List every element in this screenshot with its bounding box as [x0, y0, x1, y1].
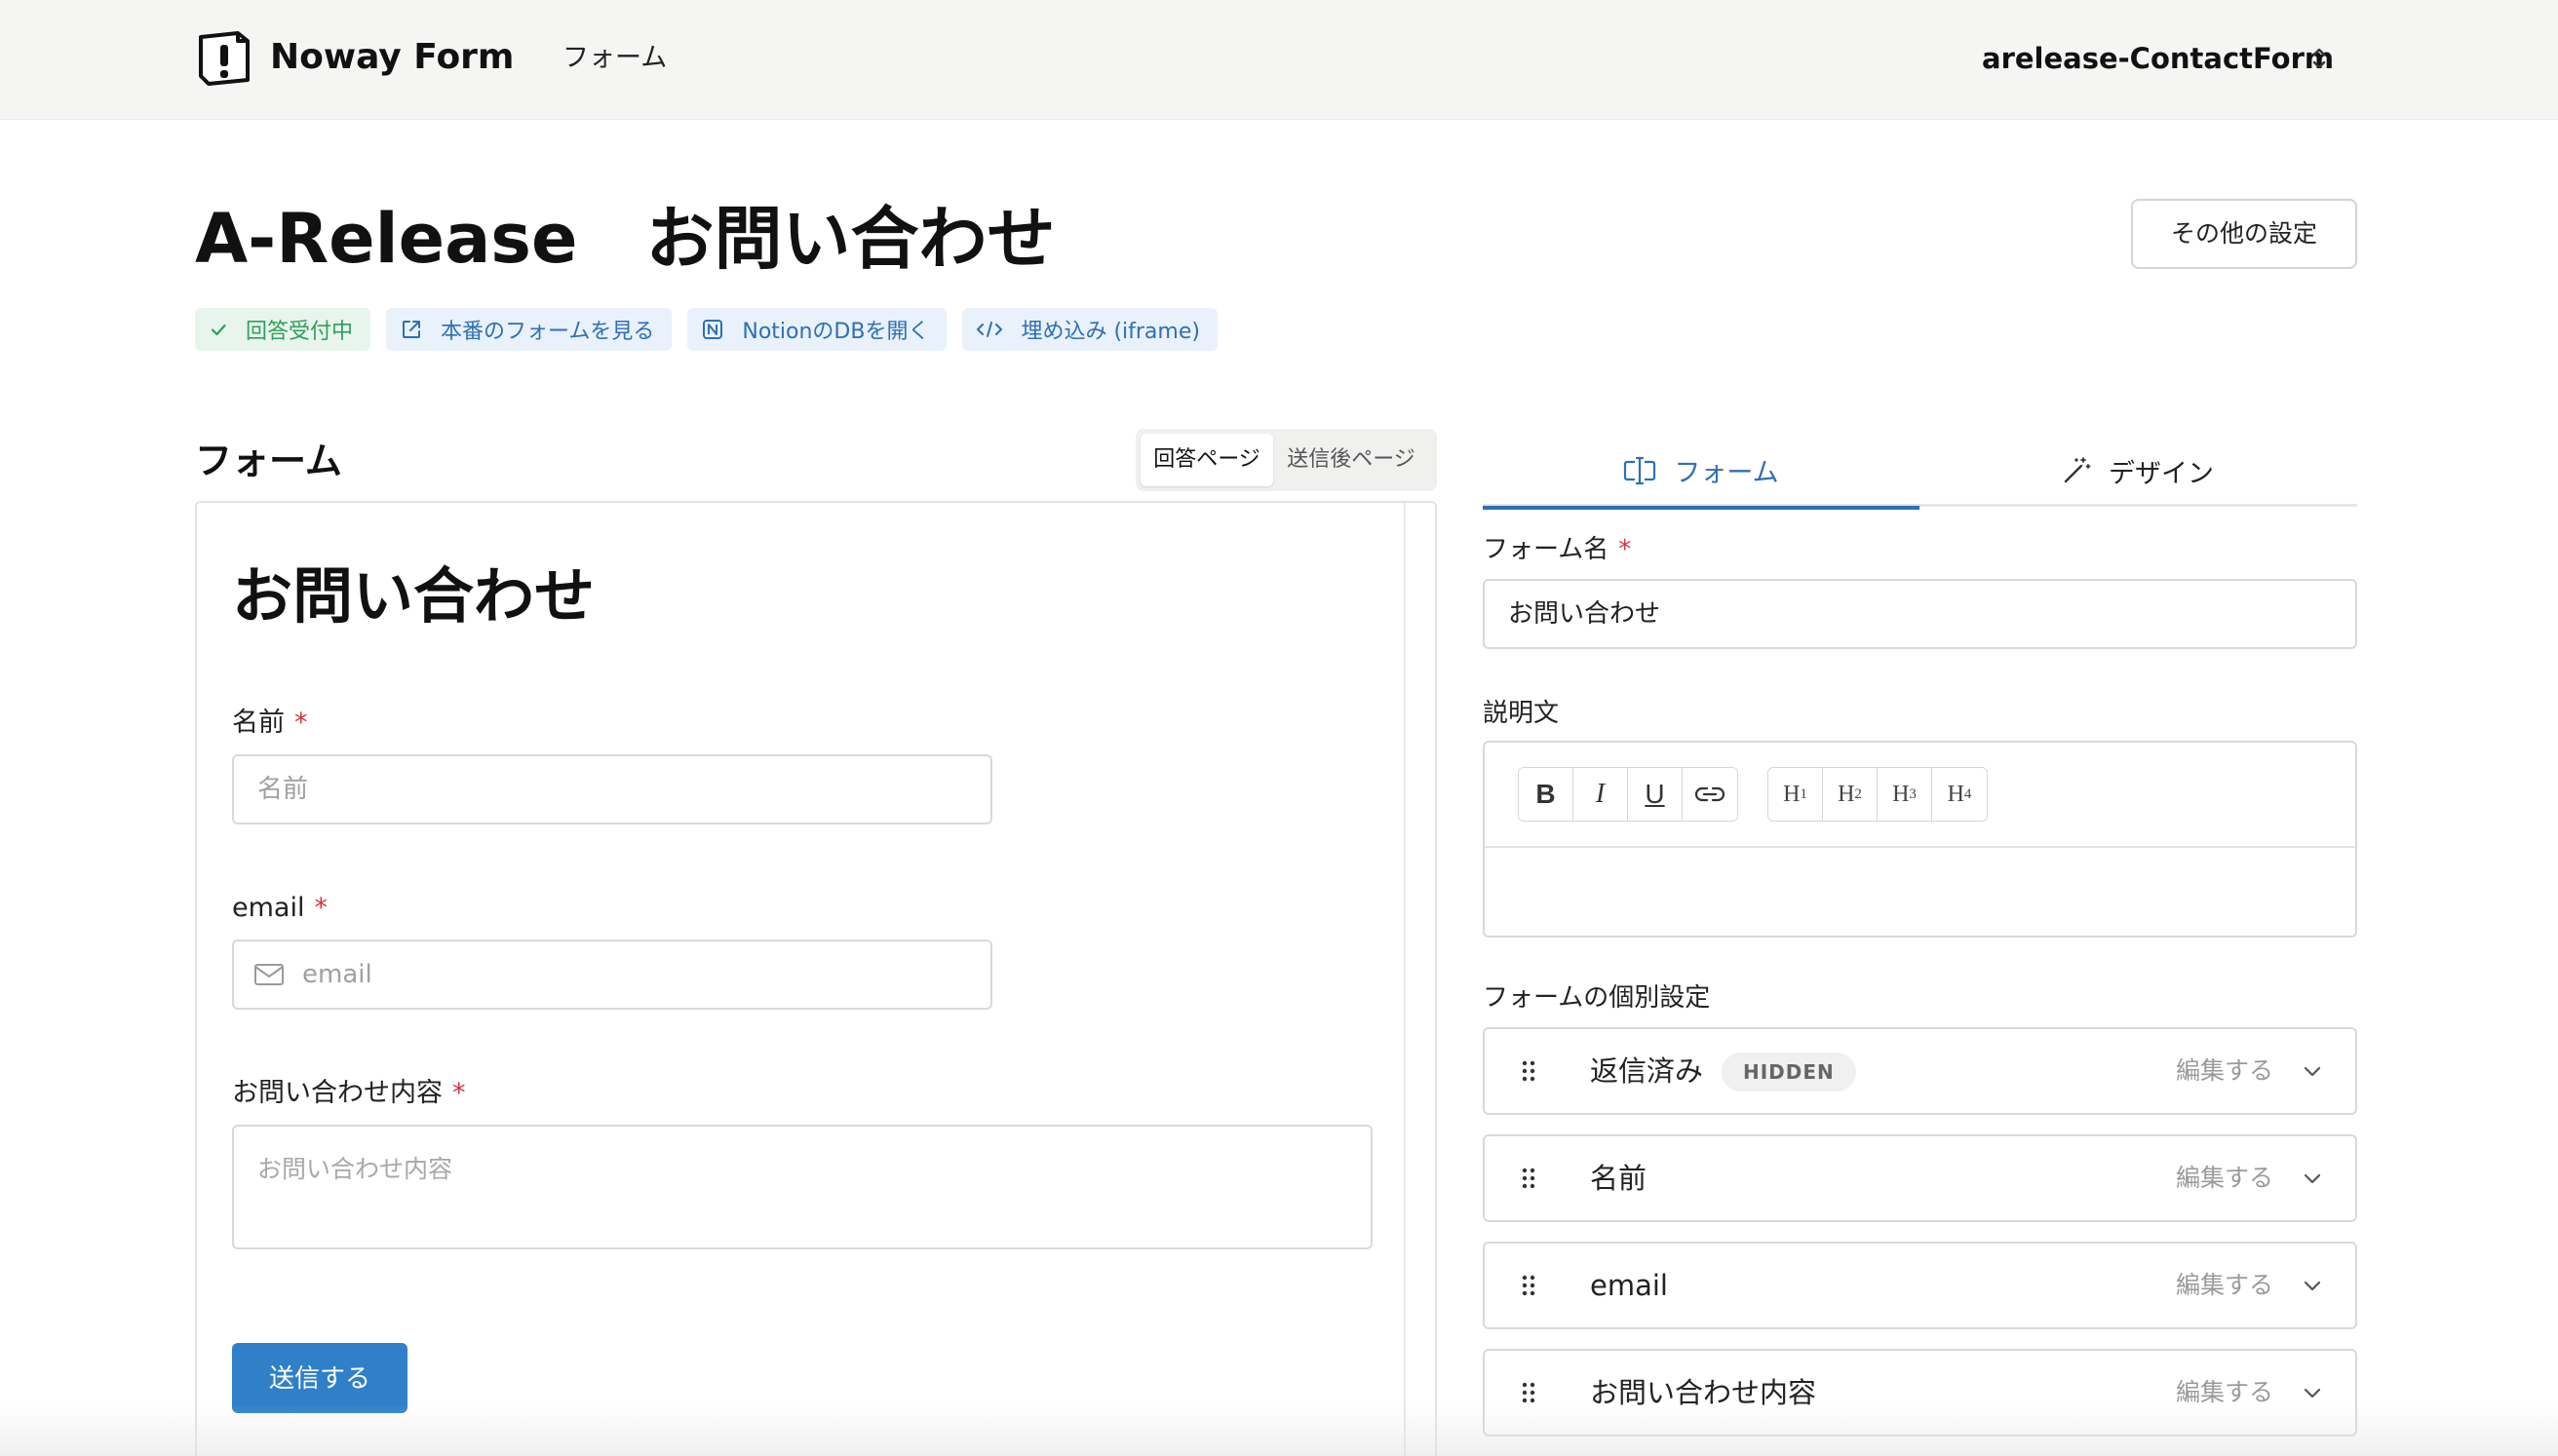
preview-form-title: お問い合わせ: [232, 560, 596, 632]
edit-field-link[interactable]: 編集する: [2176, 1351, 2273, 1435]
mail-icon: [254, 964, 284, 985]
workspace-selector[interactable]: arelease-ContactForm: [1982, 37, 2334, 80]
heading-3-level: 3: [1909, 785, 1917, 802]
form-input-icon: [1624, 456, 1656, 484]
edit-field-link[interactable]: 編集する: [2176, 1029, 2273, 1113]
field-row-replied[interactable]: 返信済み HIDDEN 編集する: [1483, 1027, 2357, 1115]
page-toggle: 回答ページ 送信後ページ: [1136, 429, 1437, 491]
other-settings-button[interactable]: その他の設定: [2131, 199, 2357, 269]
check-icon: [211, 324, 226, 336]
tab-design-label: デザイン: [2109, 458, 2214, 489]
link-icon: [1694, 786, 1725, 802]
heading-1-letter: H: [1783, 781, 1801, 807]
inquiry-textarea[interactable]: お問い合わせ内容: [232, 1125, 1373, 1249]
inquiry-field-label: お問い合わせ内容 *: [232, 1076, 466, 1111]
drag-handle-icon[interactable]: [1522, 1060, 1535, 1082]
accepting-status-label: 回答受付中: [246, 320, 354, 344]
embed-iframe-chip[interactable]: 埋め込み (iframe): [962, 308, 1218, 351]
chevron-down-icon[interactable]: [2303, 1386, 2322, 1399]
heading-3-button[interactable]: H3: [1878, 768, 1932, 821]
heading-1-level: 1: [1800, 785, 1807, 802]
accepting-status-chip[interactable]: 回答受付中: [195, 308, 371, 351]
drag-handle-icon[interactable]: [1522, 1275, 1535, 1296]
chevron-down-icon[interactable]: [2303, 1171, 2322, 1185]
bold-button[interactable]: B: [1519, 768, 1573, 821]
email-field-label-text: email: [232, 893, 305, 923]
settings-tabs: フォーム デザイン: [1483, 435, 2357, 510]
tab-design[interactable]: デザイン: [1919, 435, 2356, 507]
answer-page-toggle[interactable]: 回答ページ: [1141, 434, 1273, 486]
form-preview: お問い合わせ 名前 * 名前 email * email お問い合わせ内容 * お問い…: [195, 501, 1437, 1456]
embed-iframe-label: 埋め込み (iframe): [1021, 320, 1200, 344]
chevron-down-icon[interactable]: [2303, 1064, 2322, 1078]
italic-button[interactable]: I: [1573, 768, 1628, 821]
field-row-inquiry[interactable]: お問い合わせ内容 編集する: [1483, 1349, 2357, 1437]
field-settings-label: フォームの個別設定: [1483, 983, 1711, 1013]
required-mark: *: [1618, 535, 1632, 564]
heading-1-button[interactable]: H1: [1768, 768, 1823, 821]
name-input[interactable]: 名前: [232, 754, 992, 824]
field-name: email: [1590, 1269, 1668, 1302]
required-mark: *: [452, 1078, 466, 1108]
description-editor: B I U H1 H2 H3 H4: [1483, 741, 2357, 938]
link-button[interactable]: [1683, 768, 1737, 821]
heading-2-letter: H: [1838, 781, 1855, 807]
field-name: 返信済み: [1590, 1054, 1704, 1088]
drag-handle-icon[interactable]: [1522, 1382, 1535, 1403]
form-section-title: フォーム: [195, 440, 342, 482]
magic-wand-icon: [2064, 457, 2091, 483]
description-label: 説明文: [1483, 699, 1560, 728]
required-mark: *: [294, 708, 308, 738]
hidden-badge: HIDDEN: [1722, 1053, 1856, 1092]
form-name-label-text: フォーム名: [1483, 535, 1609, 564]
open-notion-db-label: NotionのDBを開く: [742, 320, 930, 344]
field-row-email[interactable]: email 編集する: [1483, 1242, 2357, 1329]
email-placeholder: email: [302, 960, 372, 989]
tab-form-label: フォーム: [1674, 458, 1779, 488]
field-name: お問い合わせ内容: [1590, 1376, 1817, 1409]
required-mark: *: [314, 893, 328, 923]
field-name: 名前: [1590, 1162, 1647, 1195]
editor-toolbar: B I U H1 H2 H3 H4: [1485, 743, 2355, 848]
name-field-label: 名前 *: [232, 706, 308, 741]
nav-form-link[interactable]: フォーム: [562, 39, 667, 78]
format-button-group: B I U: [1518, 767, 1738, 822]
heading-3-letter: H: [1892, 781, 1910, 807]
code-icon: [977, 322, 1003, 337]
chevron-down-icon[interactable]: [2303, 1279, 2322, 1292]
top-navbar: Noway Form フォーム arelease-ContactForm: [0, 0, 2558, 120]
form-action-chips: 回答受付中 本番のフォームを見る NotionのDBを開く 埋め込み (ifra…: [195, 308, 1218, 351]
inquiry-field-label-text: お問い合わせ内容: [232, 1078, 443, 1108]
edit-field-link[interactable]: 編集する: [2176, 1244, 2273, 1327]
edit-field-link[interactable]: 編集する: [2176, 1136, 2273, 1220]
form-name-label: フォーム名 *: [1483, 532, 1631, 567]
email-input[interactable]: email: [232, 939, 992, 1010]
updown-caret-icon[interactable]: [2308, 44, 2330, 73]
external-link-icon: [403, 321, 421, 338]
name-field-label-text: 名前: [232, 708, 285, 738]
preview-scrollbar[interactable]: [1404, 503, 1406, 1456]
submit-button[interactable]: 送信する: [232, 1343, 407, 1413]
description-text-area[interactable]: [1485, 848, 2355, 936]
open-notion-db-chip[interactable]: NotionのDBを開く: [687, 308, 948, 351]
logo-icon[interactable]: [195, 29, 252, 86]
email-field-label: email *: [232, 891, 328, 926]
heading-2-level: 2: [1854, 785, 1862, 802]
brand-name[interactable]: Noway Form: [270, 33, 514, 82]
heading-2-button[interactable]: H2: [1823, 768, 1878, 821]
heading-button-group: H1 H2 H3 H4: [1767, 767, 1988, 822]
heading-4-level: 4: [1963, 785, 1972, 802]
form-name-input[interactable]: お問い合わせ: [1483, 579, 2357, 649]
field-row-name[interactable]: 名前 編集する: [1483, 1134, 2357, 1222]
heading-4-button[interactable]: H4: [1932, 768, 1987, 821]
heading-4-letter: H: [1947, 781, 1964, 807]
drag-handle-icon[interactable]: [1522, 1168, 1535, 1189]
tab-form[interactable]: フォーム: [1483, 435, 1919, 510]
notion-icon: [703, 320, 723, 339]
view-form-chip[interactable]: 本番のフォームを見る: [386, 308, 673, 351]
after-submit-page-toggle[interactable]: 送信後ページ: [1273, 434, 1429, 486]
page-title: A-Release お問い合わせ: [195, 199, 1056, 279]
underline-button[interactable]: U: [1628, 768, 1683, 821]
view-form-label: 本番のフォームを見る: [441, 320, 655, 344]
